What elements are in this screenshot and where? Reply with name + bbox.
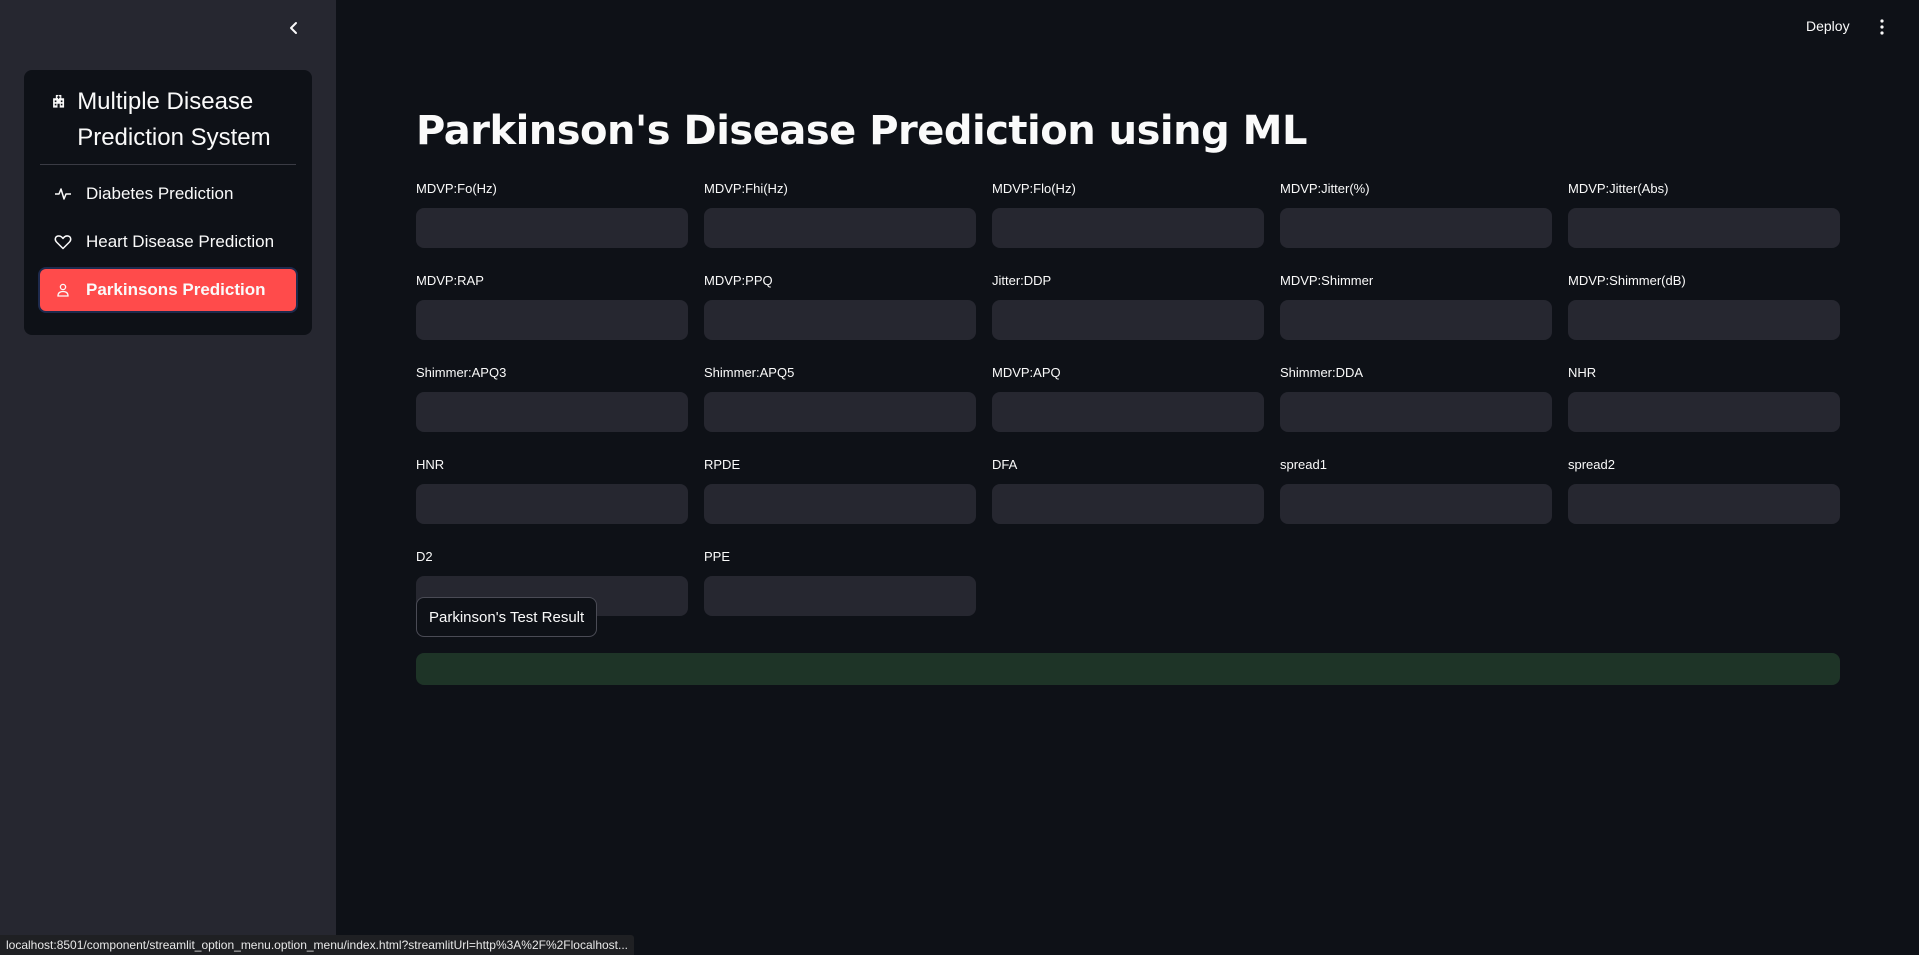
text-input[interactable]	[1568, 484, 1840, 524]
field-label: MDVP:Fhi(Hz)	[704, 181, 788, 196]
deploy-button[interactable]: Deploy	[1806, 18, 1850, 34]
text-input[interactable]	[1568, 300, 1840, 340]
field-label: PPE	[704, 549, 731, 564]
field-label: NHR	[1568, 365, 1597, 380]
field-label: MDVP:PPQ	[704, 273, 773, 288]
field-label: MDVP:Jitter(%)	[1280, 181, 1370, 196]
status-bar-url: localhost:8501/component/streamlit_optio…	[0, 935, 635, 955]
text-input[interactable]	[992, 392, 1264, 432]
text-input[interactable]	[1280, 484, 1552, 524]
text-input[interactable]	[704, 208, 976, 248]
menu-title: Multiple Disease Prediction System	[40, 84, 296, 165]
page-title: Parkinson's Disease Prediction using ML	[416, 108, 1307, 154]
input-field: MDVP:RAP	[416, 272, 688, 340]
field-label: Shimmer:DDA	[1280, 365, 1364, 380]
input-field: Shimmer:APQ3	[416, 364, 688, 432]
text-input[interactable]	[992, 300, 1264, 340]
text-input[interactable]	[992, 208, 1264, 248]
field-label: MDVP:Fo(Hz)	[416, 181, 497, 196]
input-field: MDVP:APQ	[992, 364, 1264, 432]
text-input[interactable]	[416, 392, 688, 432]
field-label: MDVP:APQ	[992, 365, 1061, 380]
input-field: MDVP:PPQ	[704, 272, 976, 340]
text-input[interactable]	[416, 300, 688, 340]
field-label: Jitter:DDP	[992, 273, 1052, 288]
hospital-icon	[53, 94, 65, 108]
menu-title-text: Multiple Disease Prediction System	[77, 88, 271, 151]
text-input[interactable]	[416, 208, 688, 248]
main-menu-button[interactable]	[1872, 16, 1892, 38]
field-label: MDVP:RAP	[416, 273, 484, 288]
text-input[interactable]	[1280, 300, 1552, 340]
field-label: HNR	[416, 457, 445, 472]
result-success-box	[416, 653, 1840, 685]
test-result-button[interactable]: Parkinson's Test Result	[416, 597, 598, 637]
input-field: NHR	[1568, 364, 1840, 432]
collapse-sidebar-button[interactable]	[282, 16, 306, 40]
sidebar: Multiple Disease Prediction System Diabe…	[0, 0, 336, 955]
text-input[interactable]	[1568, 392, 1840, 432]
field-label: Shimmer:APQ5	[704, 365, 795, 380]
menu-item-diabetes[interactable]: Diabetes Prediction	[40, 173, 296, 215]
text-input[interactable]	[1280, 392, 1552, 432]
option-menu: Multiple Disease Prediction System Diabe…	[24, 70, 312, 335]
input-field: MDVP:Jitter(%)	[1280, 180, 1552, 248]
input-field: Jitter:DDP	[992, 272, 1264, 340]
menu-item-label: Heart Disease Prediction	[86, 232, 275, 251]
text-input[interactable]	[704, 300, 976, 340]
input-field: Shimmer:APQ5	[704, 364, 976, 432]
field-label: MDVP:Shimmer(dB)	[1568, 273, 1686, 288]
text-input[interactable]	[704, 484, 976, 524]
input-field: MDVP:Jitter(Abs)	[1568, 180, 1840, 248]
text-input[interactable]	[1568, 208, 1840, 248]
text-input[interactable]	[1280, 208, 1552, 248]
input-field: PPE	[704, 548, 976, 616]
text-input[interactable]	[416, 484, 688, 524]
input-field: RPDE	[704, 456, 976, 524]
menu-items: Diabetes Prediction Heart Disease Predic…	[40, 173, 296, 311]
menu-item-parkinsons[interactable]: Parkinsons Prediction	[40, 269, 296, 311]
activity-icon	[54, 185, 72, 203]
text-input[interactable]	[704, 392, 976, 432]
input-field: MDVP:Fo(Hz)	[416, 180, 688, 248]
input-field: spread1	[1280, 456, 1552, 524]
heart-icon	[54, 233, 72, 251]
chevron-left-icon	[290, 22, 297, 34]
menu-item-label: Diabetes Prediction	[86, 184, 234, 203]
field-label: RPDE	[704, 457, 741, 472]
input-field: spread2	[1568, 456, 1840, 524]
menu-item-heart[interactable]: Heart Disease Prediction	[40, 221, 296, 263]
input-field: MDVP:Fhi(Hz)	[704, 180, 976, 248]
field-label: MDVP:Flo(Hz)	[992, 181, 1076, 196]
text-input[interactable]	[704, 576, 976, 616]
person-icon	[54, 281, 72, 299]
input-field: HNR	[416, 456, 688, 524]
input-field: MDVP:Flo(Hz)	[992, 180, 1264, 248]
field-label: spread1	[1280, 457, 1327, 472]
field-label: spread2	[1568, 457, 1615, 472]
field-label: MDVP:Jitter(Abs)	[1568, 181, 1669, 196]
kebab-menu-icon	[1880, 19, 1884, 35]
menu-item-label: Parkinsons Prediction	[86, 280, 266, 299]
input-grid: MDVP:Fo(Hz) MDVP:Fhi(Hz) MDVP:Flo(Hz) MDVP:…	[416, 180, 1840, 616]
input-field: Shimmer:DDA	[1280, 364, 1552, 432]
input-field: DFA	[992, 456, 1264, 524]
field-label: MDVP:Shimmer	[1280, 273, 1374, 288]
text-input[interactable]	[992, 484, 1264, 524]
field-label: D2	[416, 549, 433, 564]
field-label: Shimmer:APQ3	[416, 365, 507, 380]
input-field: MDVP:Shimmer(dB)	[1568, 272, 1840, 340]
field-label: DFA	[992, 457, 1018, 472]
input-field: MDVP:Shimmer	[1280, 272, 1552, 340]
